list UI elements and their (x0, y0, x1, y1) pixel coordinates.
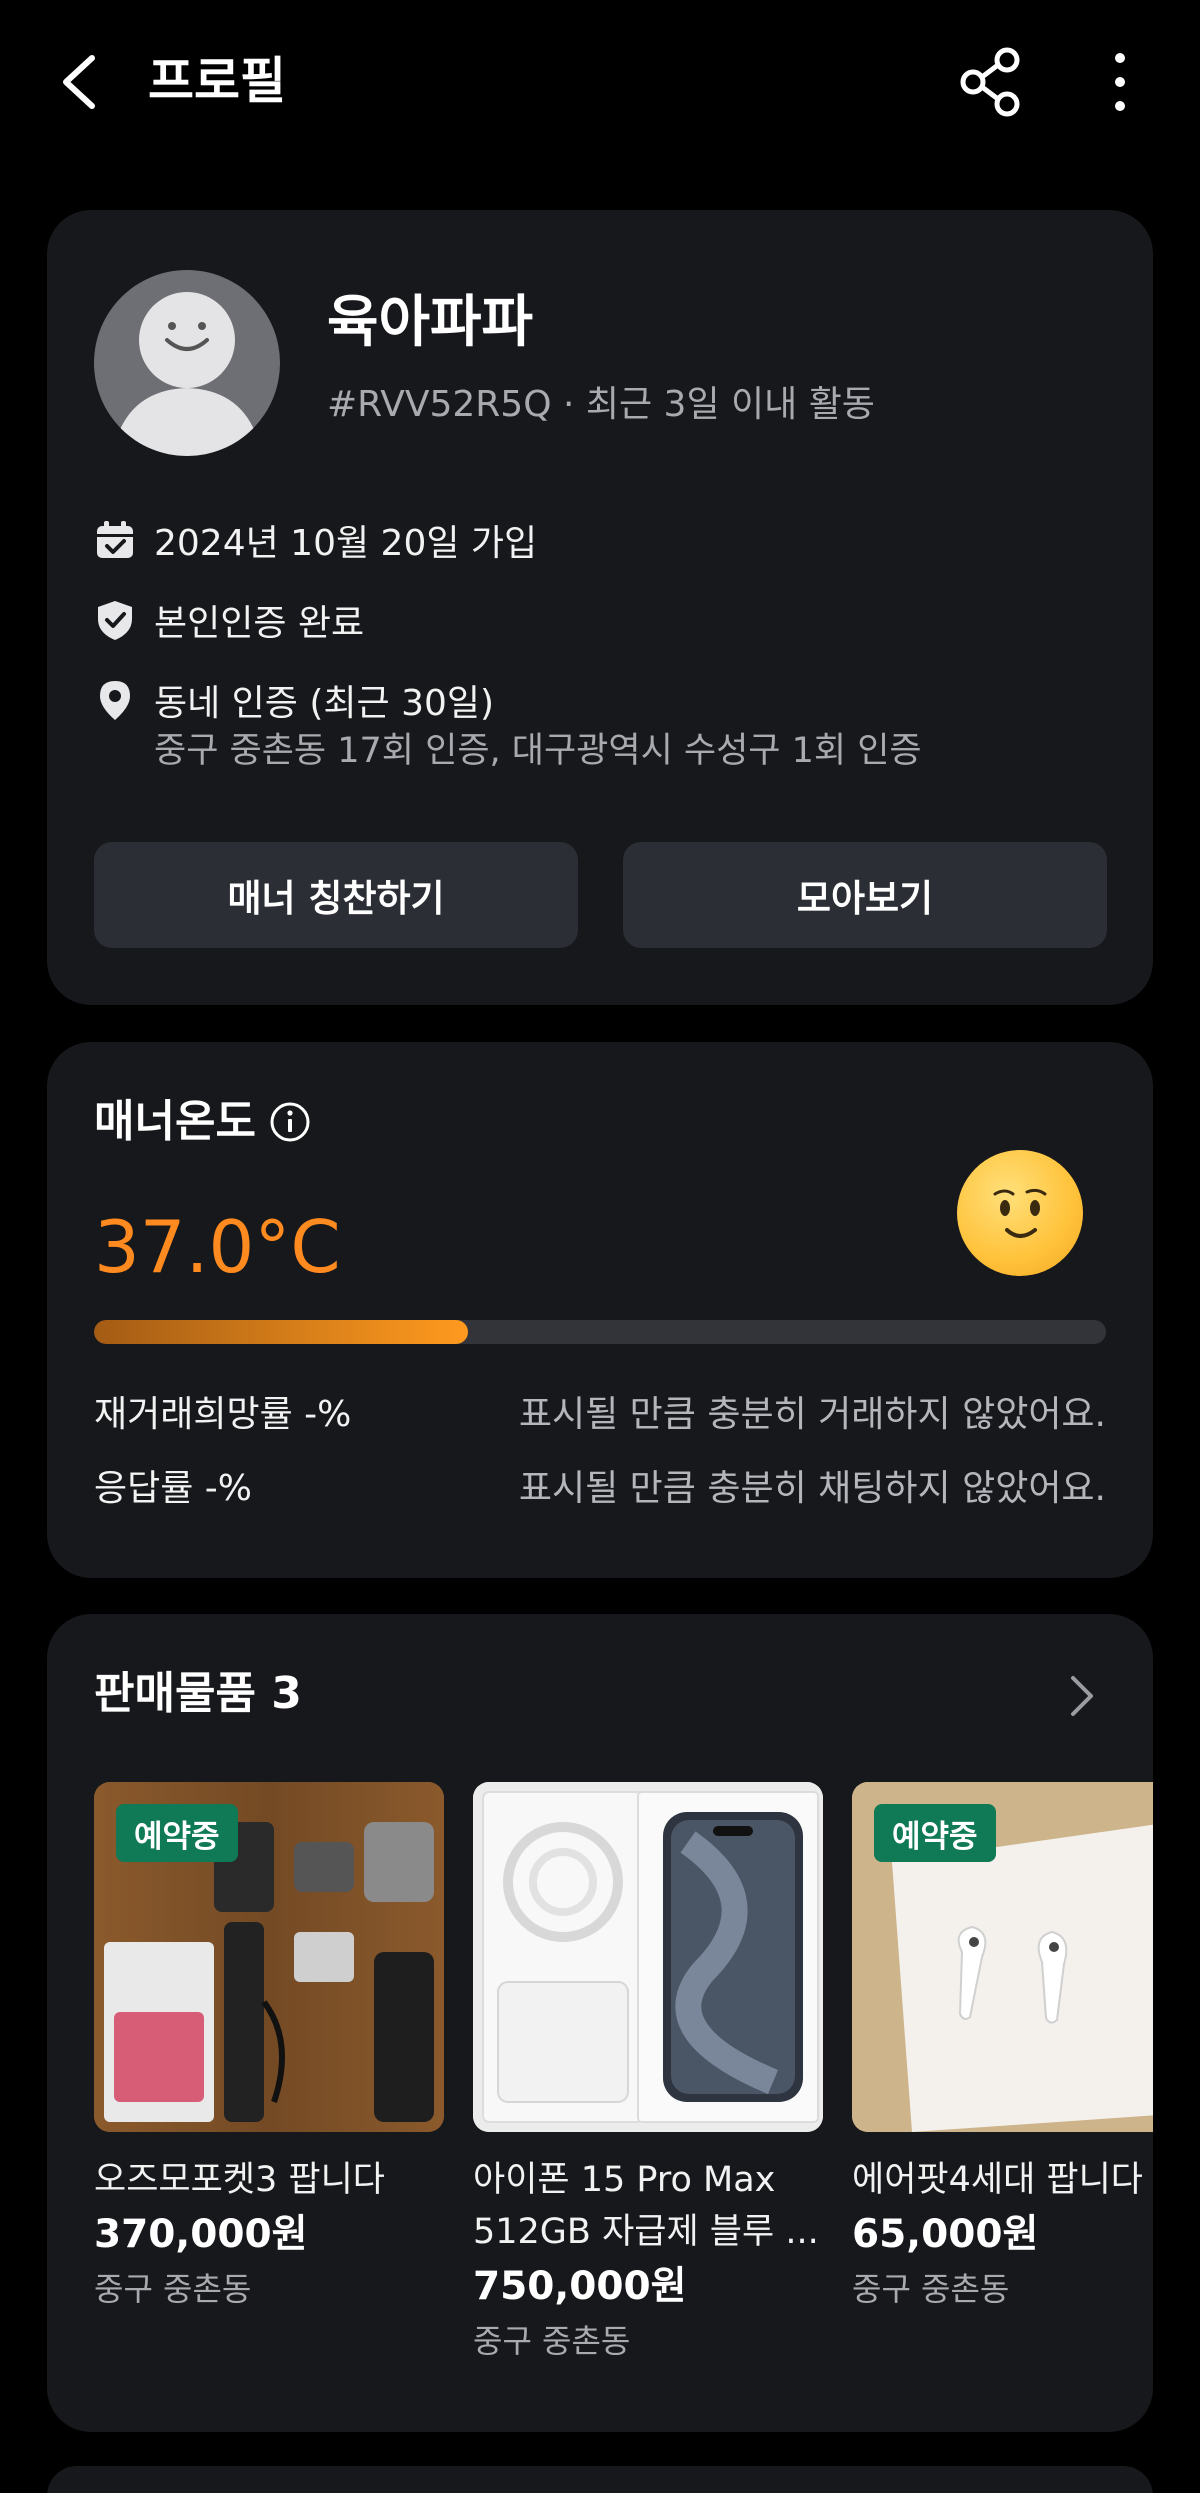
join-date-row: 2024년 10월 20일 가입 (94, 510, 537, 570)
rehire-rate-label: 재거래희망률 -% (94, 1394, 352, 1435)
product-title: 에어팟4세대 팝니다 (852, 2160, 1143, 2200)
nickname: 육아파파 (327, 290, 534, 355)
verified-row: 본인인증 완료 (94, 590, 364, 650)
chevron-right-icon (1071, 1676, 1093, 1716)
neighborhood-detail: 중구 중촌동 17회 인증, 대구광역시 수성구 1회 인증 (154, 731, 922, 771)
product-title-line2: 512GB 자급제 블루 ... (473, 2212, 819, 2252)
product-location: 중구 중촌동 (852, 2270, 1010, 2308)
see-all-button[interactable] (1057, 1666, 1107, 1726)
user-id-activity: #RVV52R5Q · 최근 3일 이내 활동 (327, 384, 875, 425)
smiley-face-icon (957, 1150, 1083, 1276)
product-location: 중구 중촌동 (94, 2270, 252, 2308)
profile-card: 육아파파 #RVV52R5Q · 최근 3일 이내 활동 2024년 10월 2… (47, 210, 1153, 1005)
response-rate-label: 응답률 -% (94, 1468, 253, 1509)
manner-temperature-card: 매너온도 37.0°C 재거래희망률 -% 표시될 만큼 충분히 거래하지 않았… (47, 1042, 1153, 1578)
product-thumbnail[interactable] (473, 1782, 823, 2132)
rehire-rate-desc: 표시될 만큼 충분히 거래하지 않았어요. (518, 1394, 1106, 1435)
join-date: 2024년 10월 20일 가입 (154, 523, 538, 564)
info-icon[interactable] (268, 1100, 312, 1144)
product-title: 오즈모포켓3 팝니다 (94, 2160, 385, 2200)
sales-items-card: 판매물품 3 예약중 오즈모포켓3 팝니다 370,000원 중구 중촌동 아이… (47, 1614, 1153, 2432)
page-title: 프로필 (148, 52, 286, 110)
product-price: 65,000원 (852, 2212, 1039, 2257)
chevron-left-icon (63, 55, 95, 109)
manner-title-row: 매너온도 (94, 1092, 312, 1152)
location-pin-icon (94, 679, 136, 721)
product-item[interactable]: 예약중 오즈모포켓3 팝니다 370,000원 중구 중촌동 (94, 1782, 444, 2314)
product-location: 중구 중촌동 (473, 2322, 631, 2360)
temperature-bar (94, 1320, 1106, 1344)
reserved-badge: 예약중 (116, 1804, 238, 1862)
default-avatar-icon (112, 292, 262, 456)
temperature-value: 37.0°C (94, 1205, 341, 1289)
more-vertical-icon (1115, 53, 1125, 111)
product-item[interactable]: 아이폰 15 Pro Max 512GB 자급제 블루 ... 750,000원… (473, 1782, 823, 2366)
shield-check-icon (94, 599, 136, 641)
product-title-line1: 아이폰 15 Pro Max (473, 2160, 776, 2200)
product-thumbnail[interactable]: 예약중 (852, 1782, 1153, 2132)
reserved-badge: 예약중 (874, 1804, 996, 1862)
avatar (94, 270, 280, 456)
verified-status: 본인인증 완료 (154, 603, 365, 644)
calendar-icon (94, 519, 136, 561)
top-bar: 프로필 (0, 0, 1200, 170)
manner-title: 매너온도 (94, 1096, 256, 1147)
share-button[interactable] (955, 44, 1027, 120)
product-item[interactable]: 예약중 에어팟4세대 팝니다 65,000원 중구 중촌동 (852, 1782, 1153, 2314)
temperature-bar-fill (94, 1320, 469, 1344)
product-price: 750,000원 (473, 2264, 687, 2309)
back-button[interactable] (52, 44, 112, 120)
more-button[interactable] (1100, 44, 1140, 120)
praise-manner-button[interactable]: 매너 칭찬하기 (94, 842, 578, 948)
product-thumbnail[interactable]: 예약중 (94, 1782, 444, 2132)
neighborhood-verification: 동네 인증 (최근 30일) (154, 683, 495, 724)
response-rate-desc: 표시될 만큼 충분히 채팅하지 않았어요. (518, 1468, 1106, 1509)
sales-title[interactable]: 판매물품 3 (94, 1664, 302, 1724)
product-price: 370,000원 (94, 2212, 308, 2257)
next-section-card (47, 2466, 1153, 2493)
neighborhood-row: 동네 인증 (최근 30일) (94, 670, 494, 730)
share-icon (960, 47, 1020, 117)
collection-button[interactable]: 모아보기 (623, 842, 1107, 948)
